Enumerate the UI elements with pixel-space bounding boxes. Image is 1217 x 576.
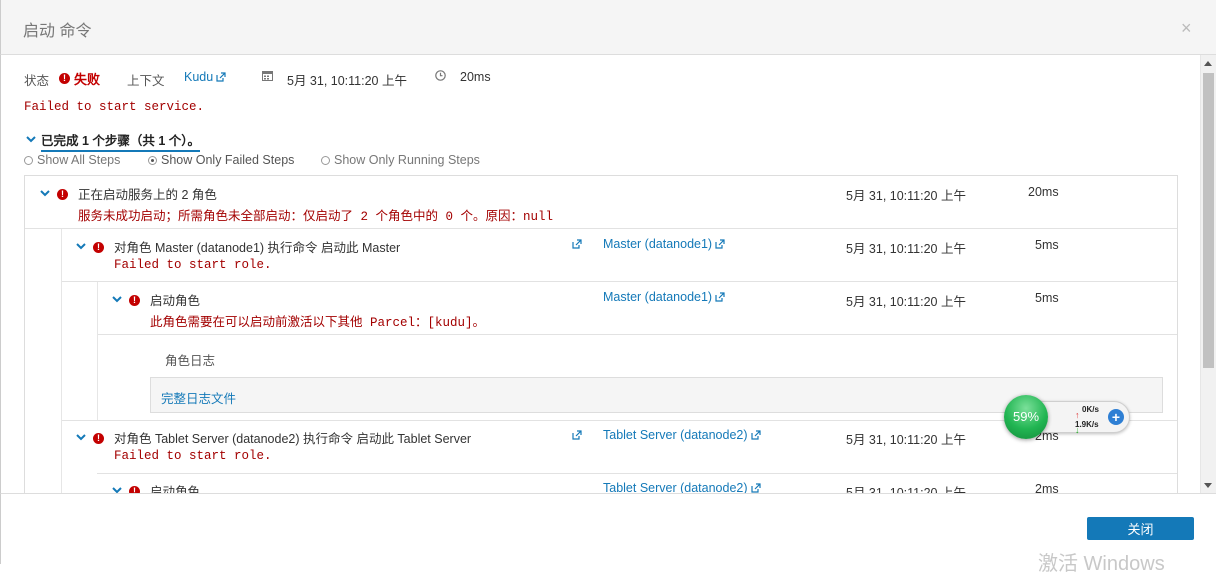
error-icon: ! [59,69,70,84]
scroll-thumb[interactable] [1203,73,1214,368]
filter-label: Show All Steps [37,153,121,167]
step-message: 此角色需要在可以启动前激活以下其他 Parcel：[kudu]。 [150,311,485,330]
error-icon: ! [129,291,140,306]
error-icon: ! [93,429,104,444]
external-link-icon[interactable] [569,237,582,251]
chevron-down-icon[interactable] [112,292,122,306]
chevron-down-icon[interactable] [26,132,36,146]
chevron-down-icon[interactable] [112,483,122,493]
external-link-icon [216,72,226,82]
context-label: 上下文 [127,74,165,88]
step-message: 服务未成功启动；所需角色未全部启动：仅启动了 2 个角色中的 0 个。原因：nu… [78,210,554,224]
external-link-icon [715,239,725,249]
error-icon: ! [129,482,140,493]
filter-label: Show Only Running Steps [334,153,480,167]
close-icon[interactable]: × [1181,18,1192,39]
plus-icon[interactable]: + [1108,409,1124,425]
role-link-text: Tablet Server (datanode2) [603,481,748,493]
chevron-down-icon[interactable] [76,430,86,444]
download-speed: 1.9K/s [1075,420,1099,429]
context-link[interactable]: Kudu [184,70,226,84]
role-link-text: Master (datanode1) [603,237,713,251]
tab-role-log[interactable]: 角色日志 [151,348,230,380]
error-icon: ! [57,185,68,200]
role-link[interactable]: Master (datanode1) [603,237,725,251]
scroll-down-icon[interactable] [1204,483,1212,488]
step-title: 对角色 Master (datanode1) 执行命令 启动此 Master [114,241,401,255]
step-title: 启动角色 [150,485,201,493]
role-link-text: Master (datanode1) [603,290,713,304]
step-message: Failed to start role. [114,258,272,272]
step-duration: 5ms [1035,291,1059,305]
step-time: 5月 31, 10:11:20 上午 [846,486,966,493]
external-link-icon [715,292,725,302]
filter-show-running[interactable]: Show Only Running Steps [321,153,480,167]
step-time: 5月 31, 10:11:20 上午 [846,242,966,256]
command-datetime: 5月 31, 10:11:20 上午 [287,74,407,88]
filter-label: Show Only Failed Steps [161,153,295,167]
step-duration: 5ms [1035,238,1059,252]
step-duration: 2ms [1035,482,1059,493]
status-label: 状态 [24,74,50,88]
step-message-prefix: 此角色需要在可以启动前激活以下其他 [150,315,363,329]
step-title: 正在启动服务上的 2 角色 [78,188,217,202]
error-message: Failed to start service. [24,100,205,114]
external-link-icon[interactable] [569,428,582,442]
role-link-text: Tablet Server (datanode2) [603,428,748,442]
role-link[interactable]: Master (datanode1) [603,290,725,304]
close-button[interactable]: 关闭 [1087,517,1194,540]
role-link[interactable]: Tablet Server (datanode2) [603,481,761,493]
radio-icon [24,156,33,165]
dialog-header: 启动 命令 × [0,0,1216,55]
full-log-link[interactable]: 完整日志文件 [161,388,236,407]
calendar-icon [262,70,273,84]
external-link-icon [750,430,761,440]
error-icon: ! [93,238,104,253]
windows-activation-watermark: 激活 Windows [1038,553,1165,575]
step-message-code: Parcel：[kudu]。 [362,316,486,330]
upload-arrow-icon: ↑ [1075,410,1080,420]
radio-icon [321,156,330,165]
dialog-footer: 关闭 激活 Windows [0,493,1216,575]
filter-show-all[interactable]: Show All Steps [24,153,120,167]
upload-speed: 0K/s [1082,405,1099,414]
step-duration: 20ms [1028,185,1059,199]
step-time: 5月 31, 10:11:20 上午 [846,295,966,309]
scroll-up-icon[interactable] [1204,61,1212,66]
radio-icon [148,156,157,165]
vertical-scrollbar[interactable] [1200,55,1216,493]
step-time: 5月 31, 10:11:20 上午 [846,433,966,447]
memory-usage-ball[interactable]: 59% [1004,395,1048,439]
context-link-text: Kudu [184,70,214,84]
command-duration: 20ms [460,70,491,84]
step-time: 5月 31, 10:11:20 上午 [846,189,966,203]
chevron-down-icon[interactable] [76,239,86,253]
role-link[interactable]: Tablet Server (datanode2) [603,428,761,442]
filter-show-failed[interactable]: Show Only Failed Steps [148,153,294,167]
steps-summary-toggle[interactable]: 已完成 1 个步骤（共 1 个）。 [41,130,201,152]
network-monitor-widget[interactable]: ↑ ↓ 59% 0K/s 1.9K/s + [1004,395,1130,439]
step-message: Failed to start role. [114,449,272,463]
chevron-down-icon[interactable] [40,186,50,200]
clock-icon [435,70,446,84]
step-title: 对角色 Tablet Server (datanode2) 执行命令 启动此 T… [114,432,472,446]
status-value: 失败 [74,72,101,87]
external-link-icon [750,483,761,493]
step-title: 启动角色 [150,294,201,308]
dialog-title: 启动 命令 [23,23,92,40]
